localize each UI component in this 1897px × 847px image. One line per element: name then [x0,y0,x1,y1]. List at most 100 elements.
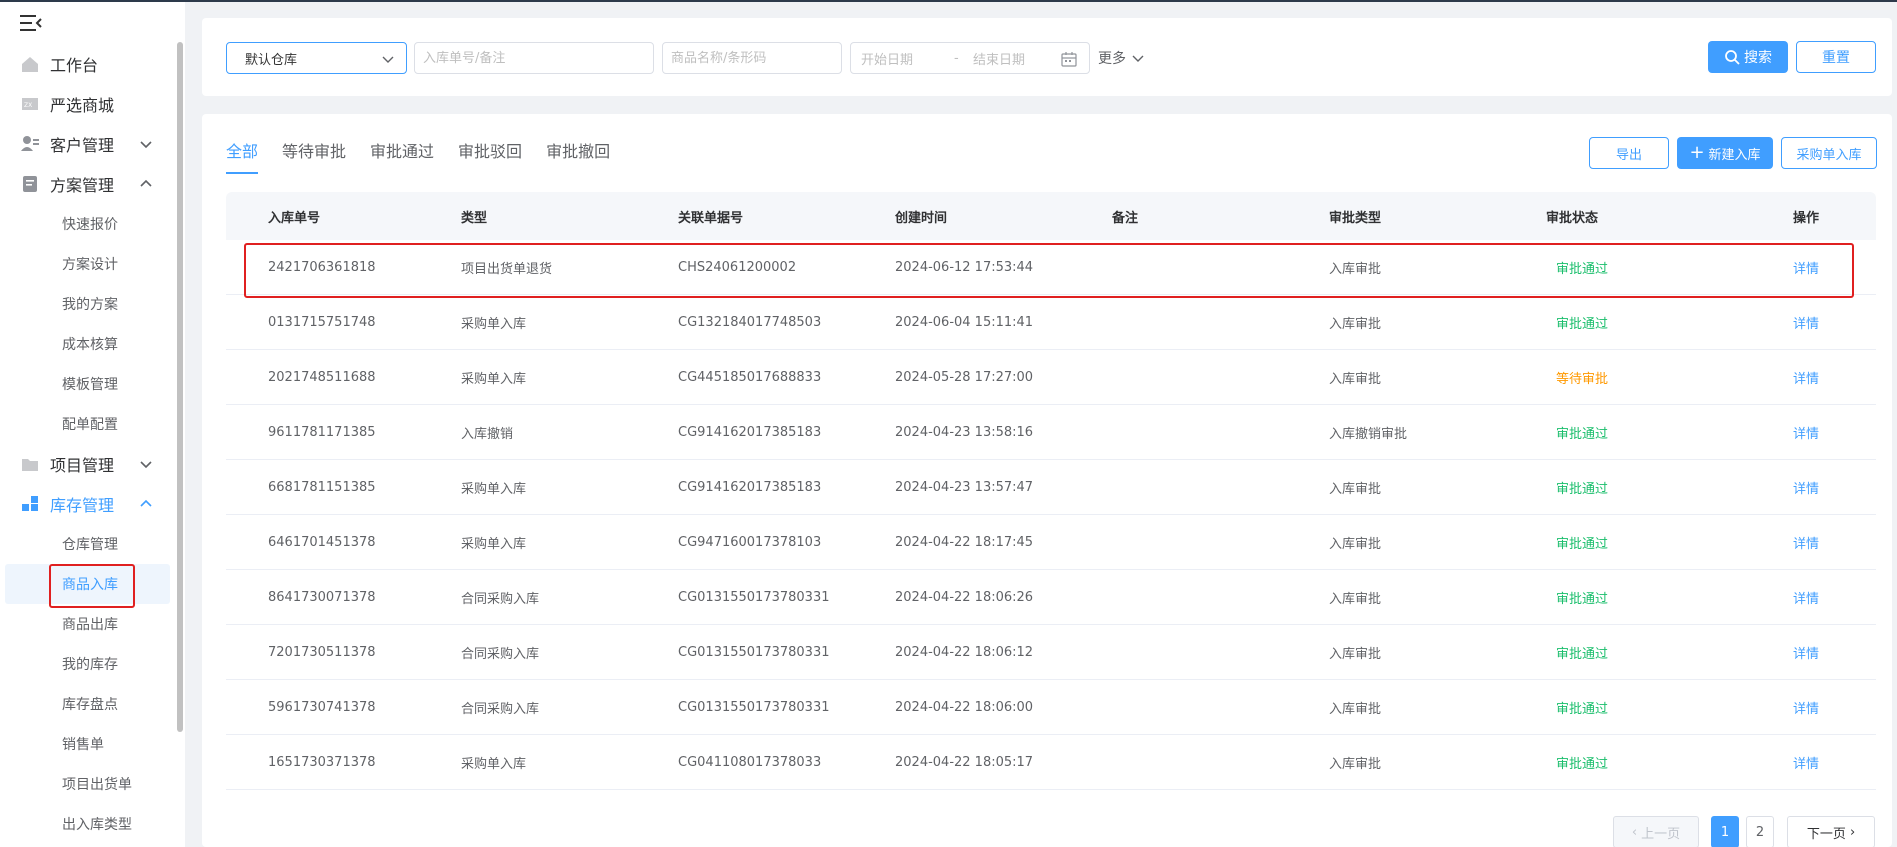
cell-approval-type: 入库审批 [1329,316,1382,332]
table-row: 6461701451378 采购单入库 CG947160017378103 2024-… [226,515,1876,570]
cell-approval-status: 审批通过 [1556,591,1609,607]
sidebar-subitem-order-config[interactable]: 配单配置 [0,404,175,444]
cell-type: 采购单入库 [461,316,527,332]
menu-collapse-icon[interactable] [20,14,42,32]
chevron-down-icon [382,56,394,63]
tab-rejected[interactable]: 审批驳回 [458,138,522,174]
sidebar-item-label: 工作台 [50,56,99,75]
cell-related-doc: CG041108017378033 [678,754,822,770]
svg-text:ZX: ZX [24,102,32,109]
table-row: 8641730071378 合同采购入库 CG0131550173780331 202… [226,570,1876,625]
detail-link[interactable]: 详情 [1793,753,1819,772]
shop-icon: ZX [20,94,40,114]
cell-approval-type: 入库审批 [1329,591,1382,607]
sidebar-subitem-goods-outbound[interactable]: 商品出库 [0,604,175,644]
cell-created-time: 2024-04-22 18:17:45 [895,534,1034,550]
detail-link[interactable]: 详情 [1793,423,1819,442]
chevron-up-icon [140,179,152,187]
order-number-input[interactable] [414,42,654,74]
export-button[interactable]: 导出 [1589,137,1669,169]
cell-order-number: 1651730371378 [268,754,376,770]
sidebar-item-label: 严选商城 [50,96,115,115]
cell-related-doc: CG132184017748503 [678,314,822,330]
cell-approval-status: 审批通过 [1556,426,1609,442]
chevron-down-icon [140,461,152,469]
sidebar-item-label: 方案管理 [50,176,115,195]
table-row: 1651730371378 采购单入库 CG041108017378033 2024-… [226,735,1876,790]
tab-approved[interactable]: 审批通过 [370,138,434,174]
product-search-input[interactable] [662,42,842,74]
more-filters-toggle[interactable]: 更多 [1098,48,1144,68]
sidebar-item-label: 项目管理 [50,456,115,475]
sidebar-subitem-sales-order[interactable]: 销售单 [0,724,175,764]
cell-created-time: 2024-04-22 18:06:00 [895,699,1034,715]
detail-link[interactable]: 详情 [1793,643,1819,662]
sidebar-item-mall[interactable]: ZX 严选商城 [0,84,175,124]
reset-button[interactable]: 重置 [1796,41,1876,73]
tab-withdrawn[interactable]: 审批撤回 [546,138,610,174]
sidebar-item-inventory[interactable]: 库存管理 [0,484,175,524]
cell-type: 采购单入库 [461,481,527,497]
sidebar-subitem-template-mgmt[interactable]: 模板管理 [0,364,175,404]
table-row: 2021748511688 采购单入库 CG445185017688833 2024-… [226,350,1876,405]
page-1-button[interactable]: 1 [1711,816,1739,847]
detail-link[interactable]: 详情 [1793,533,1819,552]
cell-created-time: 2024-04-23 13:57:47 [895,479,1034,495]
cell-approval-type: 入库审批 [1329,481,1382,497]
cell-related-doc: CG914162017385183 [678,479,822,495]
cell-type: 采购单入库 [461,536,527,552]
cell-type: 采购单入库 [461,756,527,772]
tab-pending[interactable]: 等待审批 [282,138,346,174]
detail-link[interactable]: 详情 [1793,478,1819,497]
cell-created-time: 2024-04-23 13:58:16 [895,424,1034,440]
table-row: 0131715751748 采购单入库 CG132184017748503 2024-… [226,295,1876,350]
cell-created-time: 2024-04-22 18:06:12 [895,644,1034,660]
cell-order-number: 5961730741378 [268,699,376,715]
sidebar-subitem-my-inventory[interactable]: 我的库存 [0,644,175,684]
cell-related-doc: CG0131550173780331 [678,644,830,660]
detail-link[interactable]: 详情 [1793,368,1819,387]
detail-link[interactable]: 详情 [1793,313,1819,332]
detail-link[interactable]: 详情 [1793,588,1819,607]
cell-order-number: 9611781171385 [268,424,376,440]
sidebar-subitem-my-plans[interactable]: 我的方案 [0,284,175,324]
sidebar-item-project[interactable]: 项目管理 [0,444,175,484]
sidebar-subitem-quick-quote[interactable]: 快速报价 [0,204,175,244]
sidebar-item-plan[interactable]: 方案管理 [0,164,175,204]
sidebar: 工作台 ZX 严选商城 客户管理 方案管理 快速报价 方案设计 我的方案 成本核… [0,2,185,847]
sidebar-item-customer[interactable]: 客户管理 [0,124,175,164]
cell-created-time: 2024-04-22 18:06:26 [895,589,1034,605]
filter-bar: 默认仓库 开始日期 - 结束日期 更多 搜索 重置 [202,18,1892,96]
new-inbound-button[interactable]: + 新建入库 [1677,137,1773,169]
sidebar-menu: 工作台 ZX 严选商城 客户管理 方案管理 快速报价 方案设计 我的方案 成本核… [0,44,175,844]
sidebar-subitem-stocktaking[interactable]: 库存盘点 [0,684,175,724]
page-2-button[interactable]: 2 [1746,816,1774,847]
date-separator: - [954,50,959,66]
chevron-up-icon [140,499,152,507]
chevron-down-icon [1132,55,1144,62]
sidebar-subitem-cost-accounting[interactable]: 成本核算 [0,324,175,364]
sidebar-item-workbench[interactable]: 工作台 [0,44,175,84]
sidebar-scrollbar[interactable] [177,42,183,732]
sidebar-subitem-io-type[interactable]: 出入库类型 [0,804,175,844]
highlight-box [49,564,135,608]
purchase-inbound-button[interactable]: 采购单入库 [1781,137,1877,169]
cell-order-number: 0131715751748 [268,314,376,330]
sidebar-subitem-goods-inbound[interactable]: 商品入库 [5,564,170,608]
cell-related-doc: CG947160017378103 [678,534,822,550]
main-panel: 全部 等待审批 审批通过 审批驳回 审批撤回 导出 + 新建入库 采购单入库 入… [202,114,1892,847]
cell-type: 合同采购入库 [461,591,540,607]
prev-page-button[interactable]: ‹ 上一页 [1613,816,1699,847]
sidebar-subitem-project-shipment[interactable]: 项目出货单 [0,764,175,804]
warehouse-select[interactable]: 默认仓库 [226,42,407,74]
cell-approval-status: 等待审批 [1556,371,1609,387]
sidebar-subitem-plan-design[interactable]: 方案设计 [0,244,175,284]
cell-approval-status: 审批通过 [1556,701,1609,717]
search-button[interactable]: 搜索 [1708,41,1788,73]
sidebar-subitem-warehouse-mgmt[interactable]: 仓库管理 [0,524,175,564]
date-range-picker[interactable]: 开始日期 - 结束日期 [850,42,1090,74]
cell-approval-type: 入库审批 [1329,371,1382,387]
tab-all[interactable]: 全部 [226,138,259,174]
detail-link[interactable]: 详情 [1793,698,1819,717]
next-page-button[interactable]: 下一页 › [1787,816,1875,847]
